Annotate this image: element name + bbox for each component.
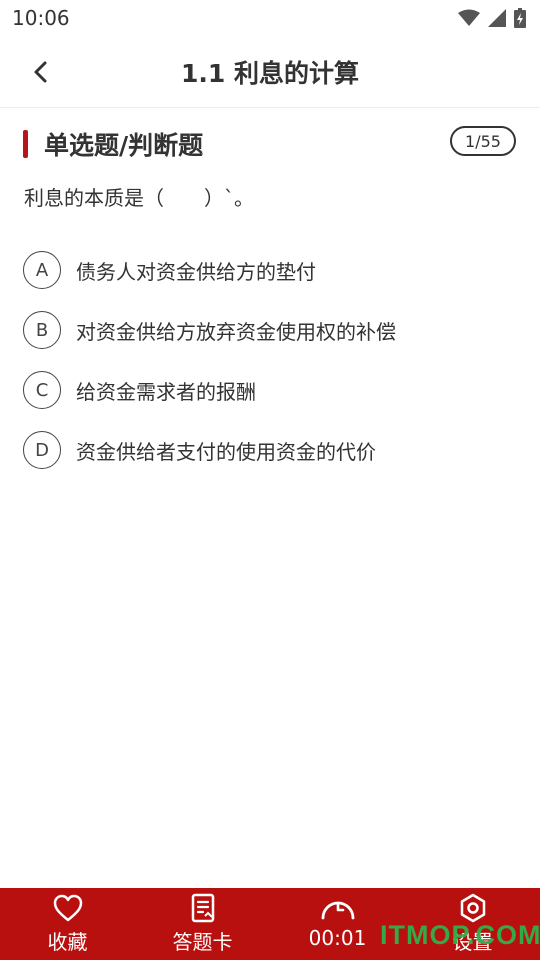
cell-signal-icon	[488, 9, 506, 31]
question-section: 单选题/判断题 1/55 利息的本质是（ ）`。 A 债务人对资金供给方的垫付 …	[0, 124, 540, 469]
option-text: 给资金需求者的报酬	[76, 379, 256, 404]
watermark: ITMOP.COM	[380, 920, 540, 950]
option-text: 资金供给者支付的使用资金的代价	[76, 439, 376, 464]
answer-card-icon	[191, 893, 214, 923]
status-bar: 10:06	[0, 0, 540, 36]
heart-icon	[53, 894, 82, 922]
option-d[interactable]: D 资金供给者支付的使用资金的代价	[0, 420, 540, 480]
timer-icon	[321, 901, 354, 920]
option-text: 债务人对资金供给方的垫付	[76, 259, 316, 284]
option-letter-badge: B	[23, 311, 61, 349]
question-type-row: 单选题/判断题 1/55	[0, 124, 540, 164]
option-c[interactable]: C 给资金需求者的报酬	[0, 360, 540, 420]
question-type-marker	[23, 130, 28, 158]
favorite-label: 收藏	[47, 930, 88, 954]
option-letter-badge: D	[23, 431, 61, 469]
answer-card-button[interactable]: 答题卡	[135, 888, 270, 960]
favorite-button[interactable]: 收藏	[0, 888, 135, 960]
options-list: A 债务人对资金供给方的垫付 B 对资金供给方放弃资金使用权的补偿 C 给资金需…	[0, 240, 540, 480]
status-icons	[458, 8, 526, 32]
app-header: 1.1 利息的计算	[0, 36, 540, 108]
timer-value: 00:01	[308, 926, 367, 950]
status-time: 10:06	[12, 6, 70, 30]
answer-card-label: 答题卡	[172, 930, 233, 954]
option-a[interactable]: A 债务人对资金供给方的垫付	[0, 240, 540, 300]
question-text: 利息的本质是（ ）`。	[24, 186, 254, 210]
option-letter-badge: A	[23, 251, 61, 289]
option-letter-badge: C	[23, 371, 61, 409]
page-title: 1.1 利息的计算	[181, 59, 359, 88]
option-text: 对资金供给方放弃资金使用权的补偿	[76, 319, 396, 344]
wifi-icon	[458, 9, 480, 31]
question-progress-badge: 1/55	[450, 126, 516, 156]
battery-icon	[514, 8, 526, 32]
option-b[interactable]: B 对资金供给方放弃资金使用权的补偿	[0, 300, 540, 360]
question-type-label: 单选题/判断题	[44, 131, 204, 160]
